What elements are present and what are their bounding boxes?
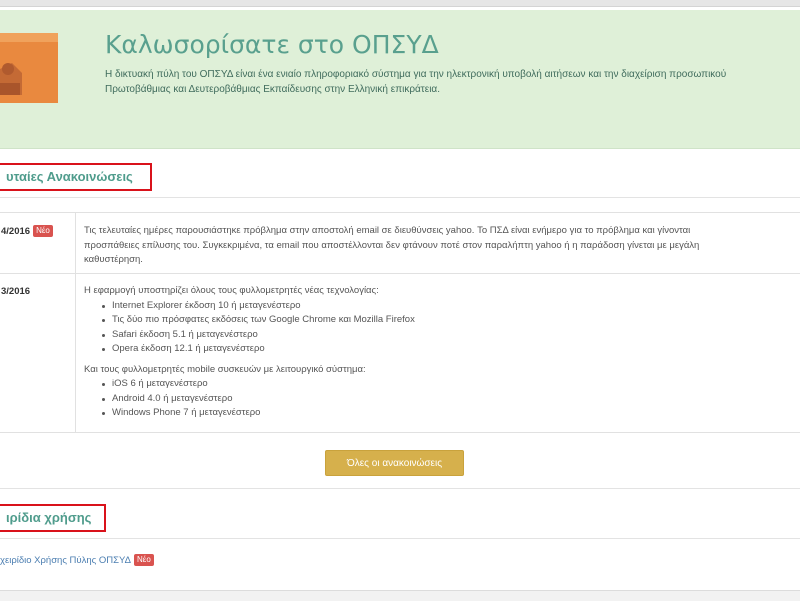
intro-line: Πρωτοβάθμιας και Δευτεροβάθμιας Εκπαίδευ…	[105, 83, 440, 95]
list-item: Android 4.0 ή μεταγενέστερο	[102, 392, 800, 407]
announcement-line: καθυστέρηση.	[84, 254, 143, 265]
all-announcements-button[interactable]: Όλες οι ανακοινώσεις	[325, 450, 464, 476]
folder-icon	[0, 33, 58, 103]
list-item: Τις δύο πιο πρόσφατες εκδόσεις των Googl…	[102, 313, 800, 328]
divider	[0, 488, 800, 489]
list-item: Safari έκδοση 5.1 ή μεταγενέστερο	[102, 328, 800, 343]
list-item: 4/2016 Νέο Τις τελευταίες ημέρες παρουσιά…	[0, 212, 800, 274]
intro-text: Η δικτυακή πύλη του ΟΠΣΥΔ είναι ένα ενια…	[105, 68, 800, 97]
page-title: Καλωσορίσατε στο ΟΠΣΥΔ	[105, 30, 439, 59]
desktop-browsers-list: Internet Explorer έκδοση 10 ή μεταγενέστ…	[84, 299, 800, 357]
divider	[0, 538, 800, 539]
announcement-line: προσπάθειες επίλυσης του. Συγκεκριμένα, …	[84, 239, 700, 251]
list-item: Windows Phone 7 ή μεταγενέστερο	[102, 406, 800, 421]
user-manual-link[interactable]: χειρίδιο Χρήσης Πύλης ΟΠΣΥΔ Νέο	[0, 554, 154, 567]
announcement-body: Τις τελευταίες ημέρες παρουσιάστηκε πρόβ…	[84, 224, 800, 268]
browser-bottom-strip	[0, 590, 800, 601]
list-item: Opera έκδοση 12.1 ή μεταγενέστερο	[102, 342, 800, 357]
announcement-date: 3/2016	[1, 286, 31, 297]
announcement-date-cell: 3/2016	[0, 273, 76, 432]
mobile-browsers-list: iOS 6 ή μεταγενέστερο Android 4.0 ή μετα…	[84, 377, 800, 421]
intro-line: Η δικτυακή πύλη του ΟΠΣΥΔ είναι ένα ενια…	[105, 69, 727, 80]
announcement-date: 4/2016	[1, 226, 31, 237]
list-item: 3/2016 Η εφαρμογή υποστηρίζει όλους τους…	[0, 273, 800, 433]
new-badge: Νέο	[133, 554, 154, 566]
manuals-heading: ιρίδια χρήσης	[0, 504, 106, 532]
welcome-banner: Καλωσορίσατε στο ΟΠΣΥΔ Η δικτυακή πύλη τ…	[0, 10, 800, 149]
browser-top-strip	[0, 0, 800, 7]
new-badge: Νέο	[33, 225, 53, 237]
list-item: Internet Explorer έκδοση 10 ή μεταγενέστ…	[102, 299, 800, 314]
manual-link-text[interactable]: χειρίδιο Χρήσης Πύλης ΟΠΣΥΔ	[0, 555, 131, 566]
mobile-intro: Και τους φυλλομετρητές mobile συσκευών μ…	[84, 363, 366, 375]
list-item: iOS 6 ή μεταγενέστερο	[102, 377, 800, 392]
announcement-date-cell: 4/2016 Νέο	[0, 213, 76, 273]
announcement-intro: Η εφαρμογή υποστηρίζει όλους τους φυλλομ…	[84, 285, 379, 296]
announcement-line: Τις τελευταίες ημέρες παρουσιάστηκε πρόβ…	[84, 225, 691, 236]
announcement-body: Η εφαρμογή υποστηρίζει όλους τους φυλλομ…	[84, 284, 800, 421]
divider	[0, 197, 800, 198]
announcements-heading: υταίες Ανακοινώσεις	[0, 163, 152, 191]
